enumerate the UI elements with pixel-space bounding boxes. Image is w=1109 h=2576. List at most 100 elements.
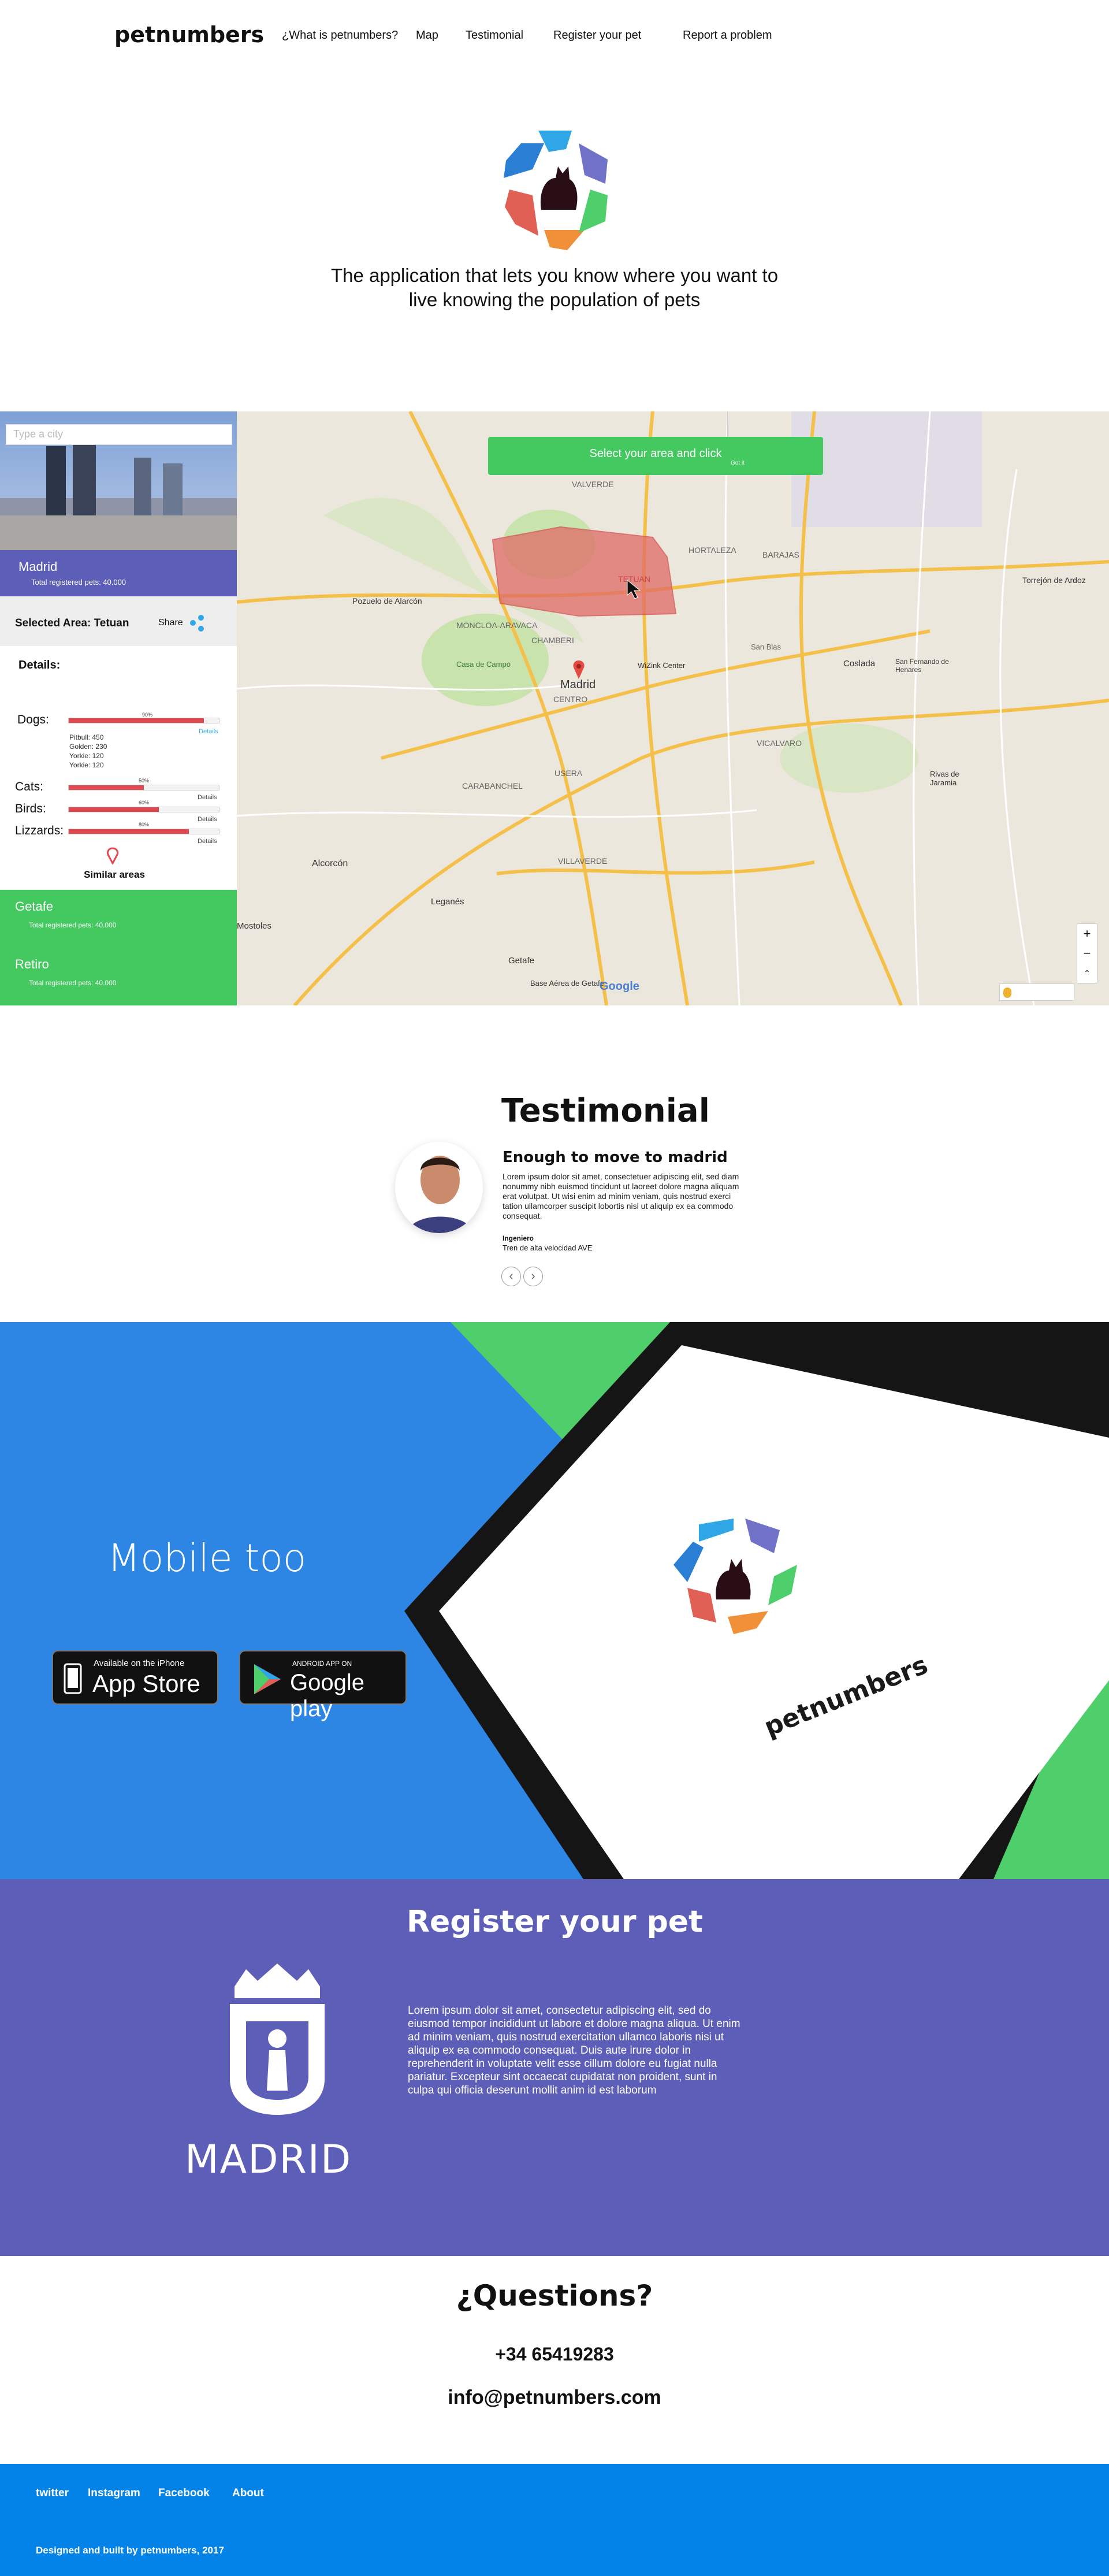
footer-link-twitter[interactable]: twitter [36, 2487, 69, 2500]
app-store-small: Available on the iPhone [94, 1658, 185, 1668]
dogs-details-link[interactable]: Details [199, 728, 218, 735]
map-label: Alcorcón [312, 859, 348, 868]
petnumbers-hexagon-logo [504, 131, 608, 250]
footer-credit: Designed and built by petnumbers, 2017 [36, 2545, 224, 2556]
google-play-big: Google play [290, 1670, 364, 1721]
testimonial-role: Tren de alta velocidad AVE [503, 1244, 593, 1252]
map-section: Type a city Madrid Total registered pets… [0, 411, 1109, 1005]
map-label: VICALVARO [757, 738, 802, 748]
footer-link-facebook[interactable]: Facebook [158, 2487, 210, 2500]
select-area-label: Select your area and click [589, 447, 722, 460]
birds-label: Birds: [15, 802, 46, 815]
site-header: petnumbers ¿What is petnumbers? Map Test… [0, 0, 1109, 69]
map-label: San Fernando de Henares [895, 658, 949, 674]
selected-area-label: Selected Area: Tetuan [15, 617, 129, 629]
mobile-section: petnumbers Mobile too Available on the i… [0, 1322, 1109, 1879]
dog-breeds-list: Pitbull: 450 Golden: 230 Yorkie: 120 Yor… [69, 733, 107, 770]
mobile-background [404, 1322, 1109, 1879]
cats-details-link[interactable]: Details [198, 794, 217, 801]
got-it-label[interactable]: Got it [731, 460, 745, 466]
map-label: Getafe [508, 956, 535, 966]
map-label: VILLAVERDE [558, 856, 608, 866]
map-label: Casa de Campo [456, 660, 511, 669]
dogs-progress-fill [69, 718, 204, 723]
person-portrait [395, 1142, 483, 1233]
tagline-line-1: The application that lets you know where… [330, 265, 779, 286]
cats-pct: 50% [139, 778, 150, 784]
map-layers-control[interactable] [999, 983, 1074, 1001]
testimonial-subtitle: Enough to move to madrid [503, 1149, 728, 1166]
birds-progress-bar [68, 807, 219, 812]
similar-area-name: Retiro [15, 957, 49, 971]
city-name: Madrid [18, 559, 58, 574]
details-panel: Details: [0, 646, 237, 723]
city-search-input[interactable]: Type a city [6, 424, 232, 445]
cats-label: Cats: [15, 780, 44, 793]
zoom-in-button[interactable]: + [1077, 924, 1097, 944]
tagline-line-2: live knowing the population of pets [408, 289, 701, 310]
collapse-icon[interactable]: ⌃ [1077, 963, 1097, 983]
map-label: VALVERDE [572, 480, 614, 489]
footer-link-about[interactable]: About [232, 2487, 264, 2500]
map-label: Torrejón de Ardoz [1022, 576, 1086, 585]
google-play-small: ANDROID APP ON [292, 1660, 352, 1668]
map-label: CARABANCHEL [462, 781, 523, 790]
dog-breed-item: Pitbull: 450 [69, 733, 104, 741]
dogs-pct: 90% [142, 712, 153, 718]
dog-breed-item: Golden: 230 [69, 743, 107, 751]
register-title: Register your pet [407, 1905, 703, 1939]
questions-title: ¿Questions? [456, 2279, 653, 2313]
dog-breed-item: Yorkie: 120 [69, 761, 104, 769]
similar-area-total: Total registered pets: 40.000 [29, 979, 117, 987]
next-button[interactable]: › [523, 1267, 543, 1286]
share-label[interactable]: Share [158, 618, 183, 628]
app-store-button[interactable]: Available on the iPhone App Store [52, 1650, 218, 1705]
similar-area-card[interactable]: Getafe Total registered pets: 40.000 [0, 890, 237, 948]
pegman-icon[interactable] [1003, 988, 1011, 998]
zoom-out-button[interactable]: − [1077, 944, 1097, 963]
lizzards-details-link[interactable]: Details [198, 838, 217, 845]
contact-email[interactable]: info@petnumbers.com [0, 2386, 1109, 2409]
testimonial-body: Lorem ipsum dolor sit amet, consectetuer… [503, 1172, 739, 1220]
birds-pct: 60% [139, 800, 150, 806]
questions-section: ¿Questions? +34 65419283 info@petnumbers… [0, 2256, 1109, 2464]
mobile-title: Mobile too [107, 1536, 307, 1580]
map-label: BARAJAS [762, 550, 799, 559]
nav-what-is[interactable]: ¿What is petnumbers? [282, 29, 398, 42]
map-label: CHAMBERI [531, 636, 574, 645]
footer-link-instagram[interactable]: Instagram [88, 2487, 140, 2500]
prev-button[interactable]: ‹ [501, 1267, 521, 1286]
lizzards-label: Lizzards: [15, 824, 64, 837]
app-store-big: App Store [92, 1670, 200, 1697]
site-footer: twitter Instagram Facebook About Designe… [0, 2464, 1109, 2576]
selected-area-bar: Selected Area: Tetuan Share [0, 596, 237, 646]
birds-progress-fill [69, 807, 159, 812]
dogs-progress-bar [68, 718, 219, 723]
madrid-wordmark: MADRID [185, 2137, 352, 2182]
select-area-button[interactable]: Select your area and click Got it [488, 437, 823, 475]
nav-map[interactable]: Map [416, 29, 438, 42]
nav-register[interactable]: Register your pet [553, 29, 641, 42]
brand-logo[interactable]: petnumbers [114, 22, 264, 47]
map-label: Rivas de Jaramia [930, 770, 959, 787]
city-skyline-image: Type a city [0, 411, 237, 550]
google-play-button[interactable]: ANDROID APP ON Google play [239, 1650, 407, 1721]
nav-report[interactable]: Report a problem [683, 29, 772, 42]
birds-details-link[interactable]: Details [198, 816, 217, 823]
share-icon[interactable] [188, 614, 206, 632]
google-logo: Google [600, 980, 639, 993]
testimonial-section: Testimonial Enough to move to madrid Lor… [0, 1005, 1109, 1322]
map-label: Mostoles [237, 921, 272, 931]
similar-area-total: Total registered pets: 40.000 [29, 921, 117, 929]
map-label: Coslada [843, 659, 876, 669]
interactive-map[interactable]: Select your area and click Got it VALVER… [237, 411, 1109, 1005]
lizzards-progress-bar [68, 829, 219, 834]
contact-phone[interactable]: +34 65419283 [0, 2344, 1109, 2365]
map-label: Leganés [431, 897, 464, 907]
similar-area-card[interactable]: Retiro Total registered pets: 40.000 [0, 948, 237, 1005]
details-title: Details: [18, 659, 61, 671]
nav-testimonial[interactable]: Testimonial [466, 29, 523, 42]
lizzards-progress-fill [69, 829, 189, 834]
map-marker-icon[interactable] [572, 660, 586, 680]
register-section: Register your pet MADRID Lorem ipsum dol… [0, 1879, 1109, 2256]
